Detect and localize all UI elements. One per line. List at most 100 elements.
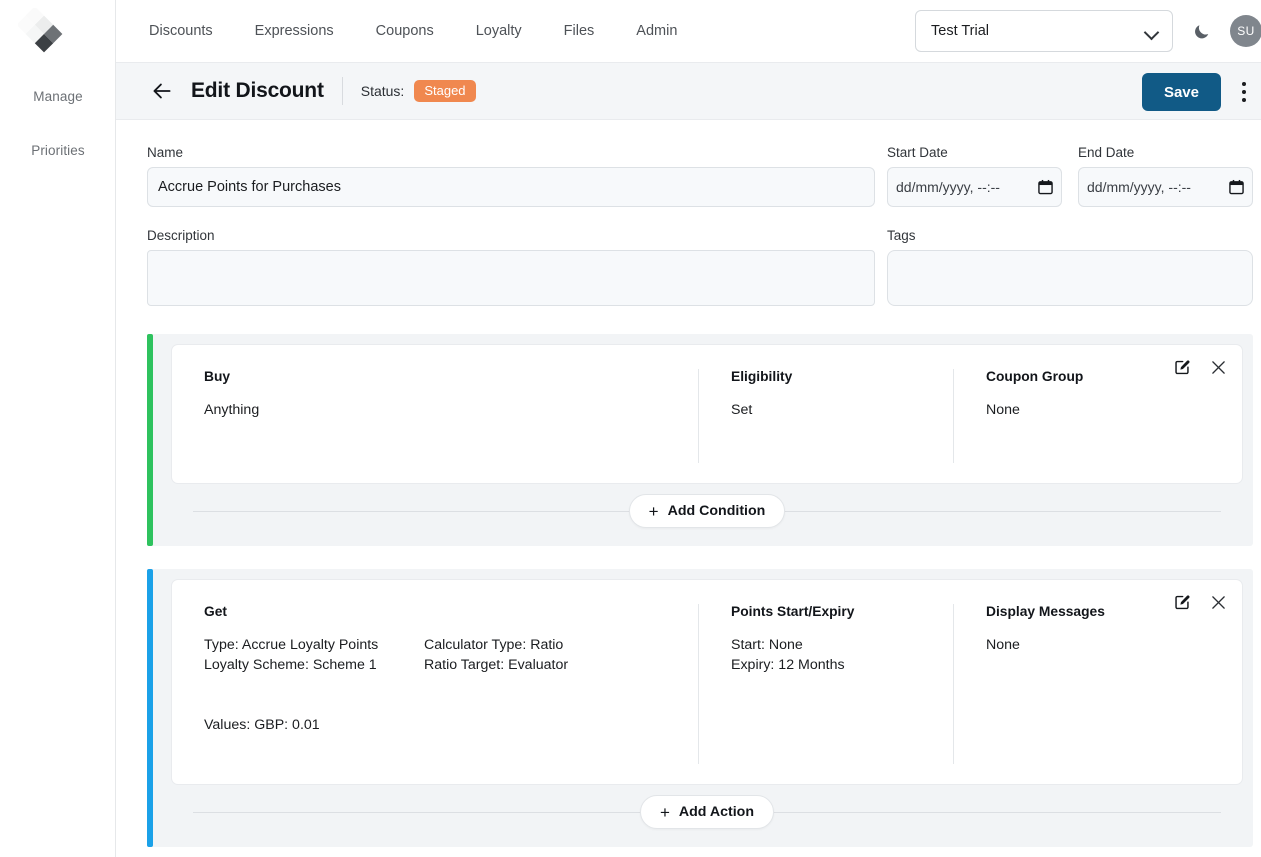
- form-right-column: Start Date dd/mm/yyyy, --:--: [887, 145, 1253, 311]
- tenant-select[interactable]: Test Trial: [915, 10, 1173, 52]
- action-card: Get Type: Accrue Loyalty Points Loyalty …: [171, 579, 1243, 785]
- condition-rule-inner: Buy Anything Eligibility Set Coupon Grou…: [157, 344, 1243, 538]
- end-date-label: End Date: [1078, 145, 1253, 160]
- name-label: Name: [147, 145, 875, 160]
- coupon-group-title: Coupon Group: [986, 369, 1220, 384]
- get-ratio-target: Ratio Target: Evaluator: [424, 655, 568, 675]
- action-rule-inner: Get Type: Accrue Loyalty Points Loyalty …: [157, 579, 1243, 839]
- nav-link-files[interactable]: Files: [543, 23, 616, 39]
- tenant-select-value: Test Trial: [931, 23, 989, 39]
- calendar-icon[interactable]: [1038, 179, 1053, 195]
- page-content: Name Description Start Date dd/mm/yyyy, …: [116, 120, 1261, 857]
- tags-input[interactable]: [887, 250, 1253, 306]
- kebab-dot: [1242, 90, 1246, 94]
- points-start: Start: None: [731, 635, 931, 655]
- avatar[interactable]: SU: [1230, 15, 1261, 47]
- sidebar-item-label: Manage: [33, 89, 82, 104]
- condition-rule-block: Buy Anything Eligibility Set Coupon Grou…: [147, 334, 1253, 546]
- name-input[interactable]: [147, 167, 875, 207]
- points-expiry: Expiry: 12 Months: [731, 655, 931, 675]
- description-label: Description: [147, 228, 875, 243]
- page-header: Edit Discount Status: Staged Save: [116, 62, 1261, 120]
- page-header-actions: Save: [1142, 63, 1261, 121]
- sidebar: Manage Priorities: [0, 0, 116, 857]
- action-get-segment: Get Type: Accrue Loyalty Points Loyalty …: [172, 604, 698, 764]
- condition-card: Buy Anything Eligibility Set Coupon Grou…: [171, 344, 1243, 484]
- get-title: Get: [204, 604, 424, 619]
- start-date-placeholder: dd/mm/yyyy, --:--: [896, 179, 1000, 195]
- description-input[interactable]: [147, 250, 875, 306]
- get-loyalty-scheme: Loyalty Scheme: Scheme 1: [204, 655, 424, 675]
- points-title: Points Start/Expiry: [731, 604, 931, 619]
- tags-label: Tags: [887, 228, 1253, 243]
- save-button[interactable]: Save: [1142, 73, 1221, 111]
- add-condition-button[interactable]: + Add Condition: [629, 494, 786, 528]
- get-col2-spacer-title: [424, 604, 568, 619]
- end-date-group: End Date dd/mm/yyyy, --:--: [1078, 145, 1253, 207]
- top-nav-links: Discounts Expressions Coupons Loyalty Fi…: [149, 23, 698, 39]
- avatar-initials: SU: [1237, 24, 1254, 38]
- top-right-controls: Test Trial SU: [915, 0, 1261, 62]
- moon-icon[interactable]: [1181, 11, 1221, 51]
- page-title: Edit Discount: [191, 79, 324, 103]
- nav-link-expressions[interactable]: Expressions: [234, 23, 355, 39]
- get-type: Type: Accrue Loyalty Points: [204, 635, 424, 655]
- eligibility-value: Set: [731, 400, 931, 420]
- tags-group: Tags: [887, 228, 1253, 306]
- action-get-column-1: Get Type: Accrue Loyalty Points Loyalty …: [204, 604, 424, 764]
- coupon-group-value: None: [986, 400, 1220, 420]
- action-rule-block: Get Type: Accrue Loyalty Points Loyalty …: [147, 569, 1253, 847]
- action-messages-segment: Display Messages None: [953, 604, 1242, 764]
- arrow-left-icon[interactable]: [149, 78, 175, 104]
- get-calculator-type: Calculator Type: Ratio: [424, 635, 568, 655]
- calendar-icon[interactable]: [1229, 179, 1244, 195]
- nav-link-discounts[interactable]: Discounts: [149, 23, 234, 39]
- top-navbar: Discounts Expressions Coupons Loyalty Fi…: [116, 0, 1261, 62]
- add-action-row: + Add Action: [171, 785, 1243, 839]
- action-points-segment: Points Start/Expiry Start: None Expiry: …: [698, 604, 953, 764]
- nav-link-admin[interactable]: Admin: [615, 23, 698, 39]
- action-get-column-2: Calculator Type: Ratio Ratio Target: Eva…: [424, 604, 568, 764]
- start-date-input[interactable]: dd/mm/yyyy, --:--: [887, 167, 1062, 207]
- nav-link-loyalty[interactable]: Loyalty: [455, 23, 543, 39]
- plus-icon: +: [649, 503, 659, 520]
- spacer: [204, 675, 424, 715]
- kebab-dot: [1242, 82, 1246, 86]
- kebab-menu-icon[interactable]: [1227, 73, 1261, 111]
- buy-value: Anything: [204, 400, 259, 420]
- description-group: Description: [147, 228, 875, 311]
- main-region: Discounts Expressions Coupons Loyalty Fi…: [116, 0, 1261, 857]
- discount-form: Name Description Start Date dd/mm/yyyy, …: [147, 120, 1253, 311]
- diamond-logo-icon[interactable]: [18, 8, 70, 60]
- form-left-column: Name Description: [147, 145, 887, 311]
- add-condition-label: Add Condition: [668, 503, 766, 519]
- header-divider: [342, 77, 343, 105]
- kebab-dot: [1242, 98, 1246, 102]
- sidebar-item-priorities[interactable]: Priorities: [0, 143, 116, 158]
- condition-coupon-group-segment: Coupon Group None: [953, 369, 1242, 463]
- add-condition-row: + Add Condition: [171, 484, 1243, 538]
- sidebar-item-label: Priorities: [31, 143, 85, 158]
- status-badge: Staged: [414, 80, 475, 102]
- condition-eligibility-segment: Eligibility Set: [698, 369, 953, 463]
- buy-title: Buy: [204, 369, 259, 384]
- condition-buy-column: Buy Anything: [204, 369, 259, 463]
- eligibility-title: Eligibility: [731, 369, 931, 384]
- status-label: Status:: [361, 83, 405, 99]
- start-date-group: Start Date dd/mm/yyyy, --:--: [887, 145, 1062, 207]
- messages-value: None: [986, 635, 1220, 655]
- chevron-down-icon: [1145, 27, 1160, 36]
- add-action-label: Add Action: [679, 804, 754, 820]
- app-root: Manage Priorities Discounts Expressions …: [0, 0, 1261, 857]
- messages-title: Display Messages: [986, 604, 1220, 619]
- add-action-button[interactable]: + Add Action: [640, 795, 774, 829]
- plus-icon: +: [660, 804, 670, 821]
- get-values: Values: GBP: 0.01: [204, 715, 424, 735]
- sidebar-item-manage[interactable]: Manage: [0, 89, 116, 104]
- condition-buy-segment: Buy Anything: [172, 369, 698, 463]
- end-date-placeholder: dd/mm/yyyy, --:--: [1087, 179, 1191, 195]
- nav-link-coupons[interactable]: Coupons: [355, 23, 455, 39]
- start-date-label: Start Date: [887, 145, 1062, 160]
- dates-row: Start Date dd/mm/yyyy, --:--: [887, 145, 1253, 207]
- end-date-input[interactable]: dd/mm/yyyy, --:--: [1078, 167, 1253, 207]
